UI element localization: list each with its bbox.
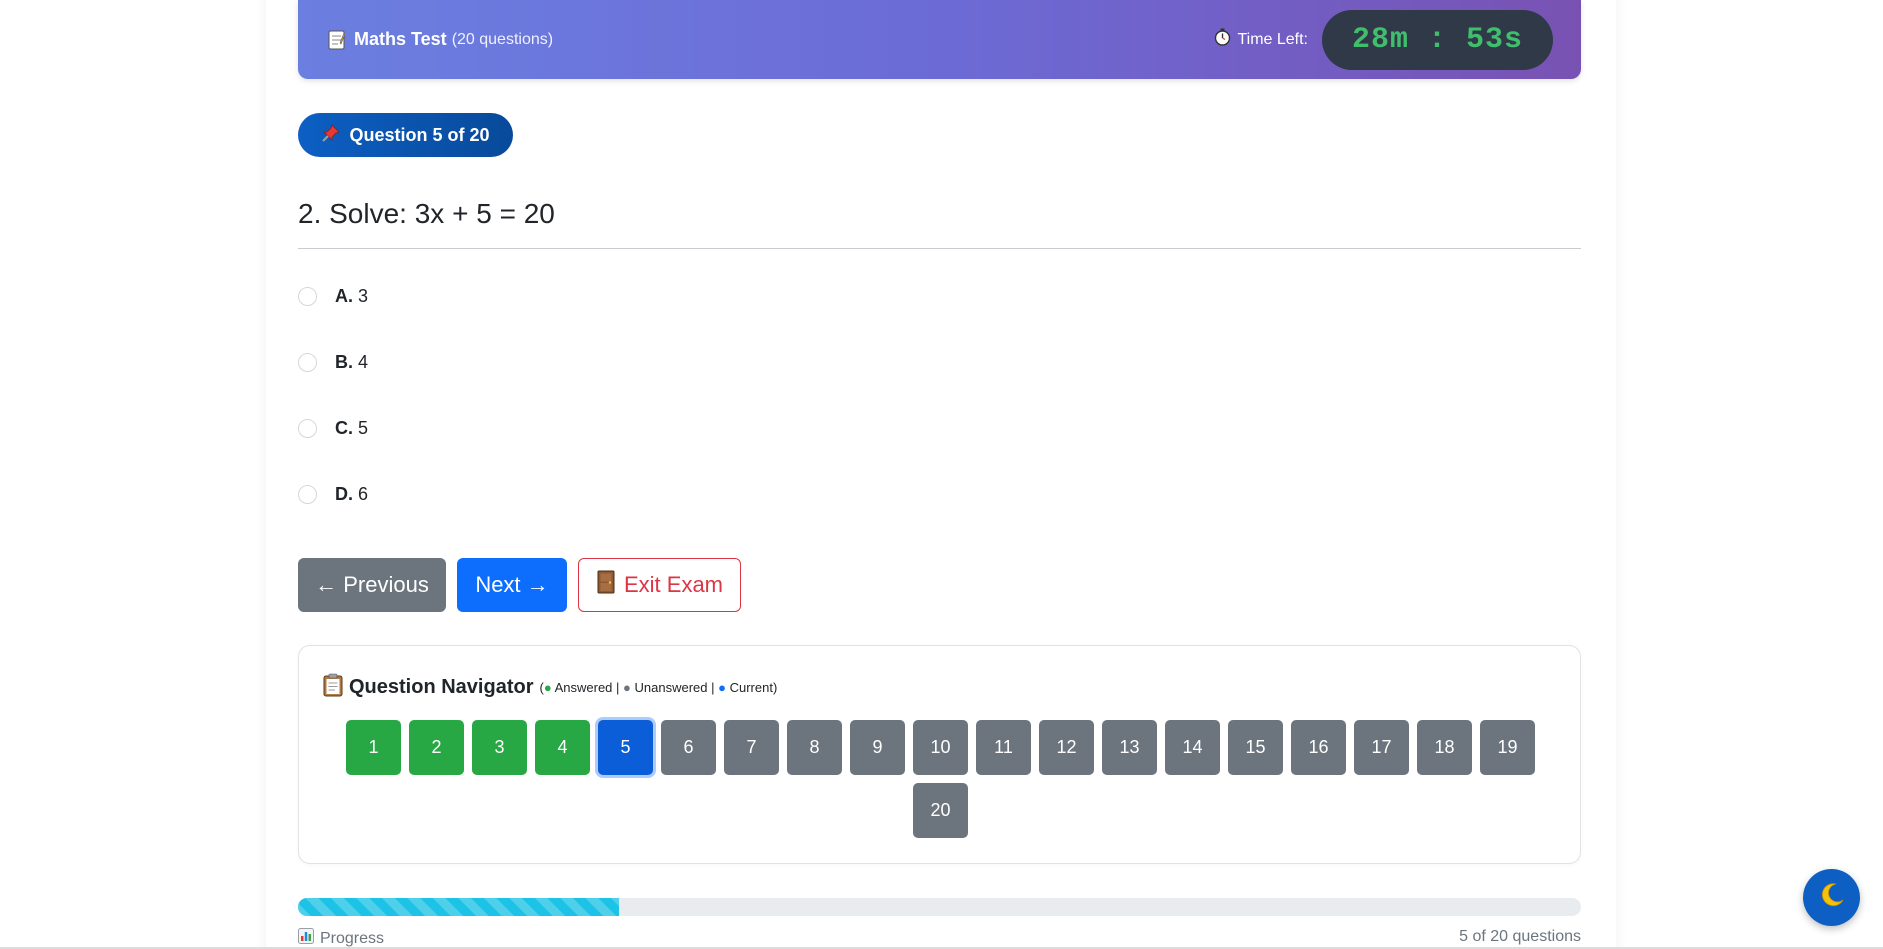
question-navigator: Question Navigator (● Answered | ● Unans…: [298, 645, 1581, 864]
dark-mode-toggle[interactable]: [1803, 869, 1860, 926]
previous-button[interactable]: ← Previous: [298, 558, 446, 612]
option-b-radio[interactable]: [298, 353, 317, 372]
navigator-question-16[interactable]: 16: [1291, 720, 1346, 775]
option-letter: D.: [335, 484, 353, 504]
option-letter: B.: [335, 352, 353, 372]
navigator-question-14[interactable]: 14: [1165, 720, 1220, 775]
progress-bar-fill: [298, 898, 619, 916]
current-dot-icon: ●: [718, 680, 726, 695]
stopwatch-icon: [1214, 28, 1231, 51]
navigator-question-10[interactable]: 10: [913, 720, 968, 775]
unanswered-dot-icon: ●: [623, 680, 631, 695]
countdown-timer: 28m : 53s: [1322, 9, 1553, 70]
navigator-question-9[interactable]: 9: [850, 720, 905, 775]
navigator-question-15[interactable]: 15: [1228, 720, 1283, 775]
exit-exam-label: Exit Exam: [623, 572, 724, 597]
question-divider: [298, 248, 1581, 249]
navigator-question-11[interactable]: 11: [976, 720, 1031, 775]
option-text: 4: [358, 352, 369, 372]
exam-question-count: (20 questions): [451, 30, 554, 48]
navigator-title: Question Navigator: [349, 676, 534, 698]
timer-group: Time Left: 28m : 53s: [1214, 9, 1553, 70]
navigator-question-8[interactable]: 8: [787, 720, 842, 775]
door-icon: [596, 570, 616, 600]
option-text: 6: [358, 484, 369, 504]
navigator-question-20[interactable]: 20: [913, 783, 968, 838]
navigator-question-2[interactable]: 2: [409, 720, 464, 775]
exam-header: Maths Test (20 questions) Time Left: 28m…: [298, 0, 1581, 79]
option-d[interactable]: D. 6: [298, 484, 368, 505]
navigator-question-4[interactable]: 4: [535, 720, 590, 775]
progress-count: 5 of 20 questions: [1459, 928, 1581, 945]
option-b[interactable]: B. 4: [298, 352, 368, 373]
navigator-question-3[interactable]: 3: [472, 720, 527, 775]
navigator-question-7[interactable]: 7: [724, 720, 779, 775]
navigator-question-12[interactable]: 12: [1039, 720, 1094, 775]
legend-unanswered: Unanswered |: [634, 680, 715, 695]
option-letter: C.: [335, 418, 353, 438]
option-c-radio[interactable]: [298, 419, 317, 438]
next-button[interactable]: Next →: [457, 558, 567, 612]
question-progress-badge: Question 5 of 20: [298, 113, 513, 157]
progress-bar: [298, 898, 1581, 916]
pushpin-icon: [321, 123, 341, 148]
navigator-legend: (● Answered | ● Unanswered | ● Current): [539, 680, 777, 695]
question-text: 2. Solve: 3x + 5 = 20: [298, 198, 555, 229]
legend-current: Current): [729, 680, 778, 695]
navigator-question-17[interactable]: 17: [1354, 720, 1409, 775]
navigator-header: Question Navigator (● Answered | ● Unans…: [323, 673, 777, 702]
legend-answered: Answered |: [554, 680, 620, 695]
exit-exam-button[interactable]: Exit Exam: [578, 558, 741, 612]
navigator-question-13[interactable]: 13: [1102, 720, 1157, 775]
option-a-radio[interactable]: [298, 287, 317, 306]
memo-icon: [328, 30, 345, 50]
timer-label: Time Left:: [1237, 30, 1308, 48]
exam-title-group: Maths Test (20 questions): [328, 29, 553, 50]
navigator-question-6[interactable]: 6: [661, 720, 716, 775]
bar-chart-icon: [298, 928, 314, 949]
option-c[interactable]: C. 5: [298, 418, 368, 439]
option-text: 3: [358, 286, 369, 306]
option-text: 5: [358, 418, 369, 438]
option-a[interactable]: A. 3: [298, 286, 368, 307]
option-letter: A.: [335, 286, 353, 306]
exam-title: Maths Test: [354, 29, 447, 49]
question-badge-text: Question 5 of 20: [349, 124, 490, 145]
answered-dot-icon: ●: [543, 680, 552, 695]
progress-label: Progress: [320, 929, 385, 947]
moon-icon: [1818, 881, 1846, 914]
navigator-question-1[interactable]: 1: [346, 720, 401, 775]
clipboard-icon: [323, 673, 343, 702]
option-d-radio[interactable]: [298, 485, 317, 504]
progress-label-group: Progress: [298, 928, 384, 949]
navigator-question-19[interactable]: 19: [1480, 720, 1535, 775]
navigator-question-18[interactable]: 18: [1417, 720, 1472, 775]
navigator-question-5[interactable]: 5: [598, 720, 653, 775]
timer-label-group: Time Left:: [1214, 28, 1308, 51]
